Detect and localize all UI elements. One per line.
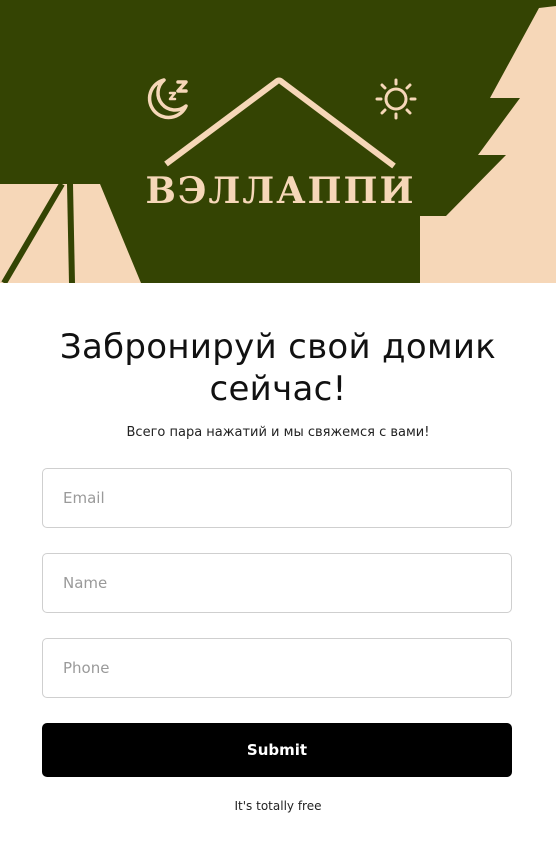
page-title: Забронируй свой домик сейчас! xyxy=(59,327,497,409)
sun-icon xyxy=(375,78,417,120)
pine-tree-icon xyxy=(420,6,556,283)
hero-banner: ВЭЛЛАППИ xyxy=(0,0,556,283)
house-roof-icon xyxy=(164,77,396,169)
moon-zzz-icon xyxy=(147,78,188,120)
email-field[interactable] xyxy=(42,468,512,528)
free-note: It's totally free xyxy=(234,799,322,813)
hero-illustration xyxy=(0,6,556,283)
phone-field[interactable] xyxy=(42,638,512,698)
name-field[interactable] xyxy=(42,553,512,613)
brand-logo: ВЭЛЛАППИ xyxy=(145,170,416,212)
submit-button[interactable]: Submit xyxy=(42,723,512,777)
page-subtitle: Всего пара нажатий и мы свяжемся с вами! xyxy=(126,425,430,440)
